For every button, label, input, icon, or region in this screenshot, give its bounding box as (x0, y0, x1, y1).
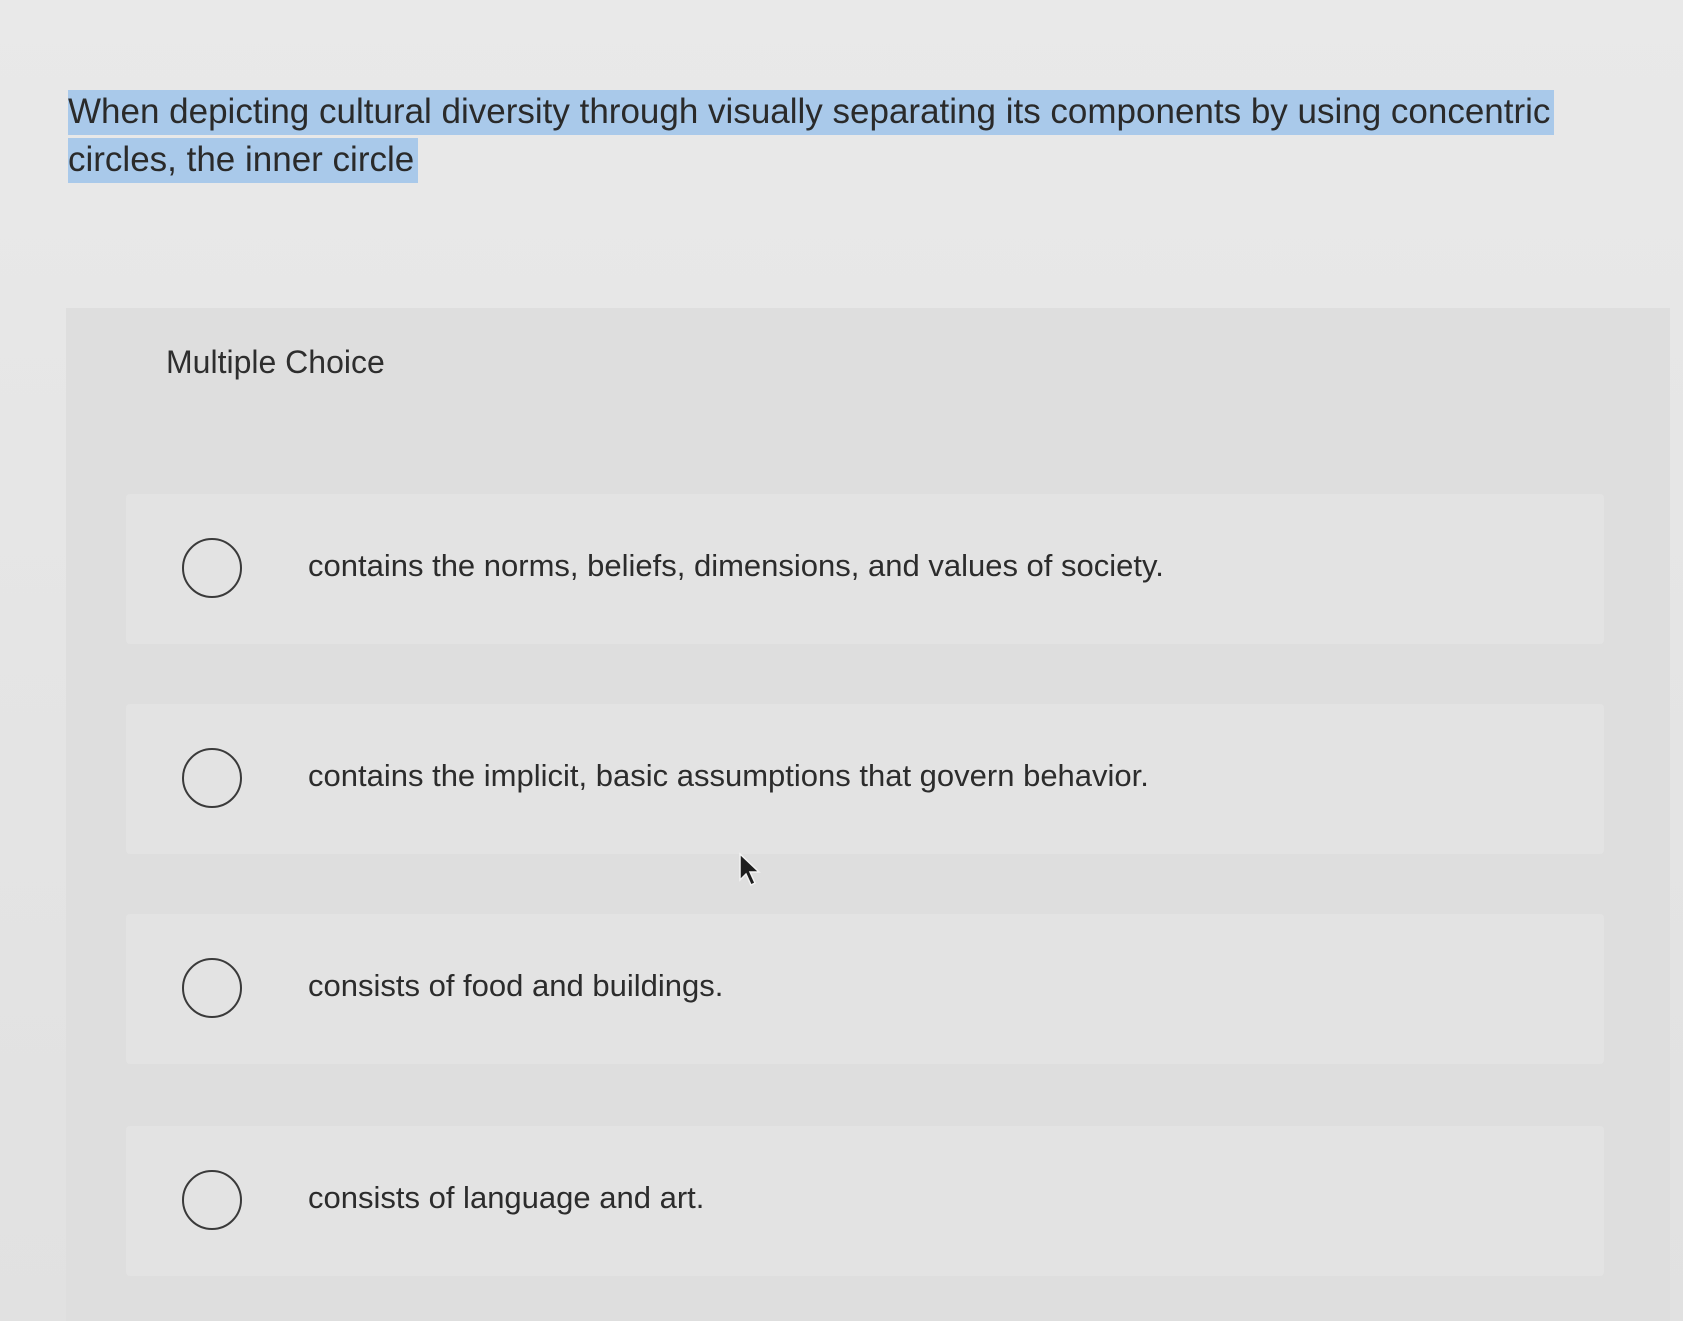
question-prompt: When depicting cultural diversity throug… (68, 88, 1628, 184)
choice-option-1[interactable]: contains the norms, beliefs, dimensions,… (126, 494, 1604, 644)
choice-option-3[interactable]: consists of food and buildings. (126, 914, 1604, 1064)
choice-option-4[interactable]: consists of language and art. (126, 1126, 1604, 1276)
choice-option-label: consists of language and art. (308, 1180, 705, 1215)
radio-unchecked-icon[interactable] (182, 1170, 242, 1230)
radio-unchecked-icon[interactable] (182, 958, 242, 1018)
quiz-page: When depicting cultural diversity throug… (0, 0, 1683, 1321)
choice-option-label: contains the norms, beliefs, dimensions,… (308, 548, 1164, 583)
radio-unchecked-icon[interactable] (182, 538, 242, 598)
choice-option-2[interactable]: contains the implicit, basic assumptions… (126, 704, 1604, 854)
choice-option-label: contains the implicit, basic assumptions… (308, 758, 1149, 793)
multiple-choice-panel: Multiple Choice contains the norms, beli… (66, 308, 1670, 1321)
mouse-pointer-icon (739, 852, 761, 887)
question-text-highlighted[interactable]: When depicting cultural diversity throug… (68, 90, 1555, 183)
multiple-choice-label: Multiple Choice (166, 344, 385, 380)
choice-option-label: consists of food and buildings. (308, 968, 724, 1003)
radio-unchecked-icon[interactable] (182, 748, 242, 808)
